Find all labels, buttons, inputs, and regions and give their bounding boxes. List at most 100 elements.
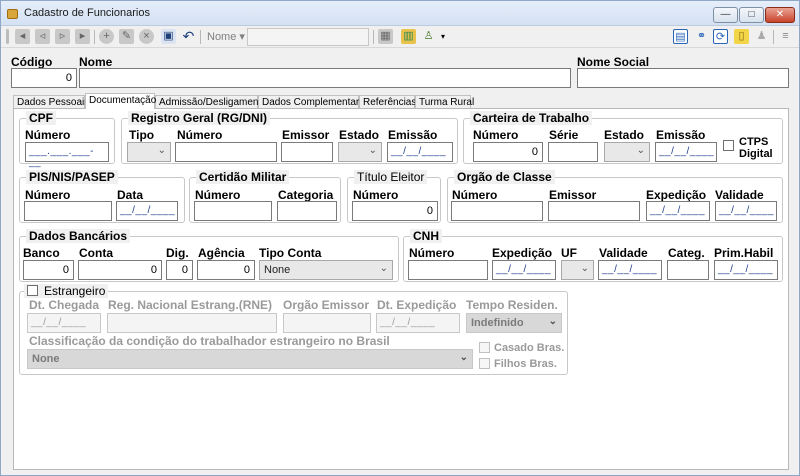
cpf-numero-label: Número bbox=[25, 128, 71, 142]
cnh-uf-select[interactable]: ⌄ bbox=[561, 260, 594, 280]
classificacao-value: None bbox=[32, 353, 60, 365]
cnh-prim-habil-label: Prim.Habil bbox=[714, 246, 774, 260]
ctps-serie-input[interactable] bbox=[548, 142, 598, 162]
cnh-prim-habil-input[interactable]: __/__/____ bbox=[714, 260, 778, 280]
casado-bras-checkbox[interactable] bbox=[479, 342, 490, 353]
maximize-button[interactable]: □ bbox=[739, 7, 764, 23]
app-icon bbox=[7, 9, 18, 19]
tab-dados-pessoais[interactable]: Dados Pessoais bbox=[13, 95, 89, 109]
next-record-icon[interactable]: ▹ bbox=[55, 29, 70, 44]
orgao-numero-input[interactable] bbox=[451, 201, 543, 221]
dig-input[interactable]: 0 bbox=[166, 260, 193, 280]
rne-input[interactable] bbox=[107, 313, 277, 333]
estrangeiro-checkbox[interactable] bbox=[27, 285, 38, 296]
orgao-emissor-input[interactable] bbox=[548, 201, 640, 221]
orgao-validade-input[interactable]: __/__/____ bbox=[715, 201, 777, 221]
rg-estado-select[interactable]: ⌄ bbox=[338, 142, 382, 162]
conta-input[interactable]: 0 bbox=[78, 260, 162, 280]
tempo-residencia-select[interactable]: Indefinido ⌄ bbox=[466, 313, 562, 333]
rg-emissor-label: Emissor bbox=[282, 128, 330, 142]
dt-expedicao-label: Dt. Expedição bbox=[377, 298, 457, 312]
user-dropdown-icon[interactable]: ▾ bbox=[441, 32, 445, 41]
classificacao-select[interactable]: None ⌄ bbox=[27, 349, 473, 369]
tipo-conta-select[interactable]: None ⌄ bbox=[259, 260, 393, 280]
nome-social-input[interactable] bbox=[577, 68, 789, 88]
menu-icon[interactable]: ≡ bbox=[778, 29, 793, 44]
search-input[interactable] bbox=[247, 28, 369, 46]
rg-numero-input[interactable] bbox=[175, 142, 277, 162]
nome-input[interactable] bbox=[79, 68, 571, 88]
banco-input[interactable]: 0 bbox=[23, 260, 74, 280]
ctps-digital-checkbox[interactable] bbox=[723, 140, 734, 151]
person-icon[interactable]: ♟ bbox=[754, 29, 769, 44]
cnh-categ-input[interactable] bbox=[667, 260, 709, 280]
tab-referencias[interactable]: Referências bbox=[359, 95, 416, 109]
ctps-emissao-input[interactable]: __/__/____ bbox=[655, 142, 717, 162]
dt-expedicao-input[interactable]: __/__/____ bbox=[376, 313, 460, 333]
tipo-conta-value: None bbox=[264, 264, 291, 276]
ctps-emissao-label: Emissão bbox=[656, 128, 706, 142]
tab-turma-rural[interactable]: Turma Rural bbox=[415, 95, 474, 109]
militar-categoria-input[interactable] bbox=[277, 201, 337, 221]
user-icon[interactable]: ♙ bbox=[421, 29, 436, 44]
cnh-expedicao-label: Expedição bbox=[492, 246, 553, 260]
minimize-button[interactable]: — bbox=[713, 7, 738, 23]
cnh-expedicao-input[interactable]: __/__/____ bbox=[492, 260, 556, 280]
chegada-label: Dt. Chegada bbox=[29, 298, 100, 312]
cnh-validade-input[interactable]: __/__/____ bbox=[598, 260, 662, 280]
title-bar: Cadastro de Funcionarios — □ ✕ bbox=[1, 1, 799, 26]
pis-data-label: Data bbox=[117, 188, 144, 202]
ctps-numero-label: Número bbox=[473, 128, 519, 142]
tab-documentacao[interactable]: Documentação bbox=[85, 93, 156, 109]
rg-emissor-input[interactable] bbox=[281, 142, 333, 162]
orgao-emissor-label: Emissor bbox=[549, 188, 597, 202]
first-record-icon[interactable]: ◂ bbox=[15, 29, 30, 44]
cpf-numero-input[interactable]: ___.___.___-__ bbox=[25, 142, 109, 168]
orgao-emissor-input[interactable] bbox=[283, 313, 371, 333]
save-icon[interactable]: ▣ bbox=[161, 29, 176, 44]
toolbar: ◂ ◃ ▹ ▸ + ✎ × ▣ ↶ Nome ▾ ▦ ▥ ♙ ▾ ▤ ⚭ ⟳ ▯… bbox=[1, 26, 799, 48]
tab-admissao-desligamento[interactable]: Admissão/Desligamento bbox=[155, 95, 267, 109]
link-icon[interactable]: ⚭ bbox=[694, 29, 709, 44]
militar-categoria-label: Categoria bbox=[278, 188, 334, 202]
codigo-input[interactable]: 0 bbox=[11, 68, 77, 88]
window-title: Cadastro de Funcionarios bbox=[24, 7, 150, 19]
ctps-title: Carteira de Trabalho bbox=[470, 111, 593, 125]
chegada-input[interactable]: __/__/____ bbox=[27, 313, 101, 333]
ctps-estado-select[interactable]: ⌄ bbox=[604, 142, 650, 162]
eleitor-numero-input[interactable]: 0 bbox=[352, 201, 438, 221]
codigo-label: Código bbox=[11, 55, 53, 69]
agencia-input[interactable]: 0 bbox=[197, 260, 255, 280]
pis-data-input[interactable]: __/__/____ bbox=[116, 201, 178, 221]
app-window: Cadastro de Funcionarios — □ ✕ ◂ ◃ ▹ ▸ +… bbox=[0, 0, 800, 476]
tab-dados-complementares[interactable]: Dados Complementares bbox=[258, 95, 370, 109]
ctps-digital-label-2: Digital bbox=[739, 148, 773, 160]
pis-numero-input[interactable] bbox=[24, 201, 112, 221]
delete-icon[interactable]: × bbox=[139, 29, 154, 44]
close-button[interactable]: ✕ bbox=[765, 7, 795, 23]
cnh-numero-input[interactable] bbox=[408, 260, 488, 280]
add-icon[interactable]: + bbox=[99, 29, 114, 44]
previous-record-icon[interactable]: ◃ bbox=[35, 29, 50, 44]
refresh-icon[interactable]: ⟳ bbox=[713, 29, 728, 44]
ctps-serie-label: Série bbox=[549, 128, 579, 142]
undo-icon[interactable]: ↶ bbox=[181, 29, 196, 44]
rg-estado-label: Estado bbox=[339, 128, 380, 142]
edit-icon[interactable]: ✎ bbox=[119, 29, 134, 44]
filhos-bras-checkbox[interactable] bbox=[479, 358, 490, 369]
dig-label: Dig. bbox=[166, 246, 189, 260]
orgao-expedicao-input[interactable]: __/__/____ bbox=[646, 201, 710, 221]
grid-view-icon[interactable]: ▦ bbox=[378, 29, 393, 44]
filter-icon[interactable]: ▯ bbox=[734, 29, 749, 44]
rg-tipo-select[interactable]: ⌄ bbox=[127, 142, 171, 162]
rne-label: Reg. Nacional Estrang.(RNE) bbox=[108, 298, 273, 312]
militar-numero-input[interactable] bbox=[194, 201, 272, 221]
rg-emissao-input[interactable]: __/__/____ bbox=[387, 142, 453, 162]
pis-title: PIS/NIS/PASEP bbox=[26, 170, 118, 184]
ctps-digital-label-1: CTPS bbox=[739, 136, 769, 148]
report-icon[interactable]: ▥ bbox=[401, 29, 416, 44]
search-field-dropdown[interactable]: Nome ▾ bbox=[207, 30, 245, 43]
card-view-icon[interactable]: ▤ bbox=[673, 29, 688, 44]
last-record-icon[interactable]: ▸ bbox=[75, 29, 90, 44]
ctps-numero-input[interactable]: 0 bbox=[473, 142, 543, 162]
